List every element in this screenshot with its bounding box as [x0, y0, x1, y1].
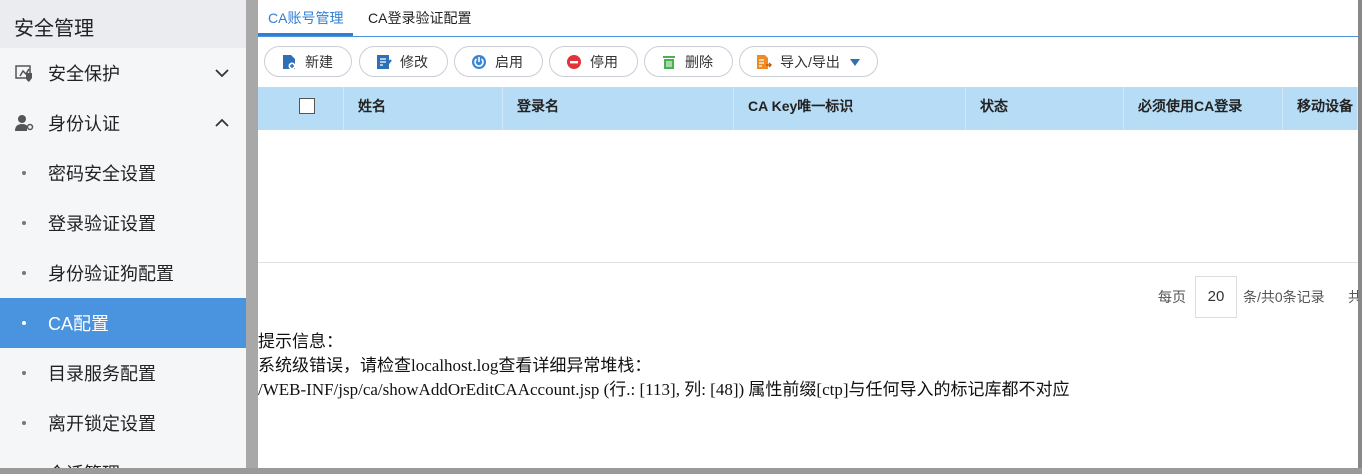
sidebar-item-label: 密码安全设置: [48, 164, 156, 184]
power-icon: [472, 55, 486, 69]
error-summary: 系统级错误，请检查localhost.log查看详细异常堆栈：: [258, 356, 652, 375]
tab-bar: CA账号管理 CA登录验证配置: [258, 0, 1358, 37]
disable-button-label: 停用: [590, 54, 618, 70]
select-all-column: [258, 87, 344, 130]
delete-button-label: 删除: [685, 54, 713, 70]
tab-ca-account-management[interactable]: CA账号管理: [258, 0, 354, 36]
enable-button[interactable]: 启用: [454, 46, 543, 77]
new-document-icon: [283, 55, 296, 70]
main-panel: CA账号管理 CA登录验证配置 新建 修改 启用 停用 删除 导入/导出 姓名 …: [258, 0, 1358, 468]
column-header-require-ca-login[interactable]: 必须使用CA登录: [1124, 87, 1283, 130]
sidebar-item-login-verification[interactable]: 登录验证设置: [0, 198, 246, 248]
total-pages-label: 共: [1348, 289, 1358, 305]
edit-icon: [377, 55, 392, 69]
select-all-checkbox[interactable]: [299, 98, 315, 114]
sidebar-group-label: 身份认证: [48, 114, 120, 134]
sidebar-group-security-protection[interactable]: 安全保护: [0, 48, 246, 98]
new-button-label: 新建: [305, 54, 333, 70]
sidebar-item-label: 目录服务配置: [48, 364, 156, 384]
record-count-label: 条/共0条记录: [1243, 289, 1325, 305]
new-button[interactable]: 新建: [264, 46, 352, 77]
window-bottom-edge: [0, 468, 1362, 474]
delete-button[interactable]: 删除: [644, 46, 733, 77]
column-header-name[interactable]: 姓名: [344, 87, 503, 130]
toolbar: 新建 修改 启用 停用 删除 导入/导出: [258, 38, 1358, 88]
sidebar-group-label: 安全保护: [48, 64, 120, 84]
sidebar-title: 安全管理: [14, 18, 94, 40]
sidebar-item-away-lock[interactable]: 离开锁定设置: [0, 398, 246, 448]
edit-button[interactable]: 修改: [359, 46, 448, 77]
error-title: 提示信息：: [258, 332, 343, 351]
sidebar-item-label: 离开锁定设置: [48, 414, 156, 434]
sidebar-item-label: 身份验证狗配置: [48, 264, 174, 284]
error-message: 提示信息： 系统级错误，请检查localhost.log查看详细异常堆栈： /W…: [258, 330, 1070, 402]
tab-ca-login-verification-config[interactable]: CA登录验证配置: [358, 0, 481, 36]
page-size-input[interactable]: 20: [1195, 276, 1237, 318]
error-detail: /WEB-INF/jsp/ca/showAddOrEditCAAccount.j…: [258, 380, 1070, 399]
window-edge: [1358, 0, 1362, 474]
caret-down-icon: [850, 59, 860, 66]
import-export-button-label: 导入/导出: [780, 54, 840, 70]
chevron-up-icon: [215, 118, 229, 127]
table-header: 姓名 登录名 CA Key唯一标识 状态 必须使用CA登录 移动设备: [258, 87, 1358, 130]
trash-icon: [663, 56, 675, 69]
sidebar-item-password-security[interactable]: 密码安全设置: [0, 148, 246, 198]
sidebar-item-ca-config[interactable]: CA配置: [0, 298, 246, 348]
shield-icon: [15, 65, 32, 82]
edit-button-label: 修改: [400, 54, 428, 70]
stop-icon: [567, 55, 581, 69]
disable-button[interactable]: 停用: [549, 46, 638, 77]
sidebar-item-label: CA配置: [48, 314, 110, 334]
import-export-button[interactable]: 导入/导出: [739, 46, 878, 77]
chevron-down-icon: [215, 69, 229, 78]
import-export-icon: [757, 55, 772, 69]
column-header-status[interactable]: 状态: [966, 87, 1124, 130]
per-page-label: 每页: [1158, 289, 1186, 305]
sidebar-item-directory-service[interactable]: 目录服务配置: [0, 348, 246, 398]
sidebar-item-label: 登录验证设置: [48, 214, 156, 234]
enable-button-label: 启用: [495, 54, 523, 70]
column-header-login-name[interactable]: 登录名: [503, 87, 734, 130]
pagination: 每页 20 条/共0条记录 共: [258, 276, 1358, 318]
ca-accounts-table: 姓名 登录名 CA Key唯一标识 状态 必须使用CA登录 移动设备: [258, 87, 1358, 263]
column-header-ca-key-id[interactable]: CA Key唯一标识: [734, 87, 966, 130]
user-key-icon: [15, 115, 34, 131]
sidebar-group-identity-auth[interactable]: 身份认证: [0, 98, 246, 148]
sidebar: 安全管理 安全保护 身份认证 密码安全设置 登录验证设置 身份验证狗配置 CA配…: [0, 0, 246, 474]
app-window: 安全管理 安全保护 身份认证 密码安全设置 登录验证设置 身份验证狗配置 CA配…: [0, 0, 1362, 474]
column-header-mobile-device[interactable]: 移动设备: [1283, 87, 1358, 130]
sidebar-item-dongle-config[interactable]: 身份验证狗配置: [0, 248, 246, 298]
